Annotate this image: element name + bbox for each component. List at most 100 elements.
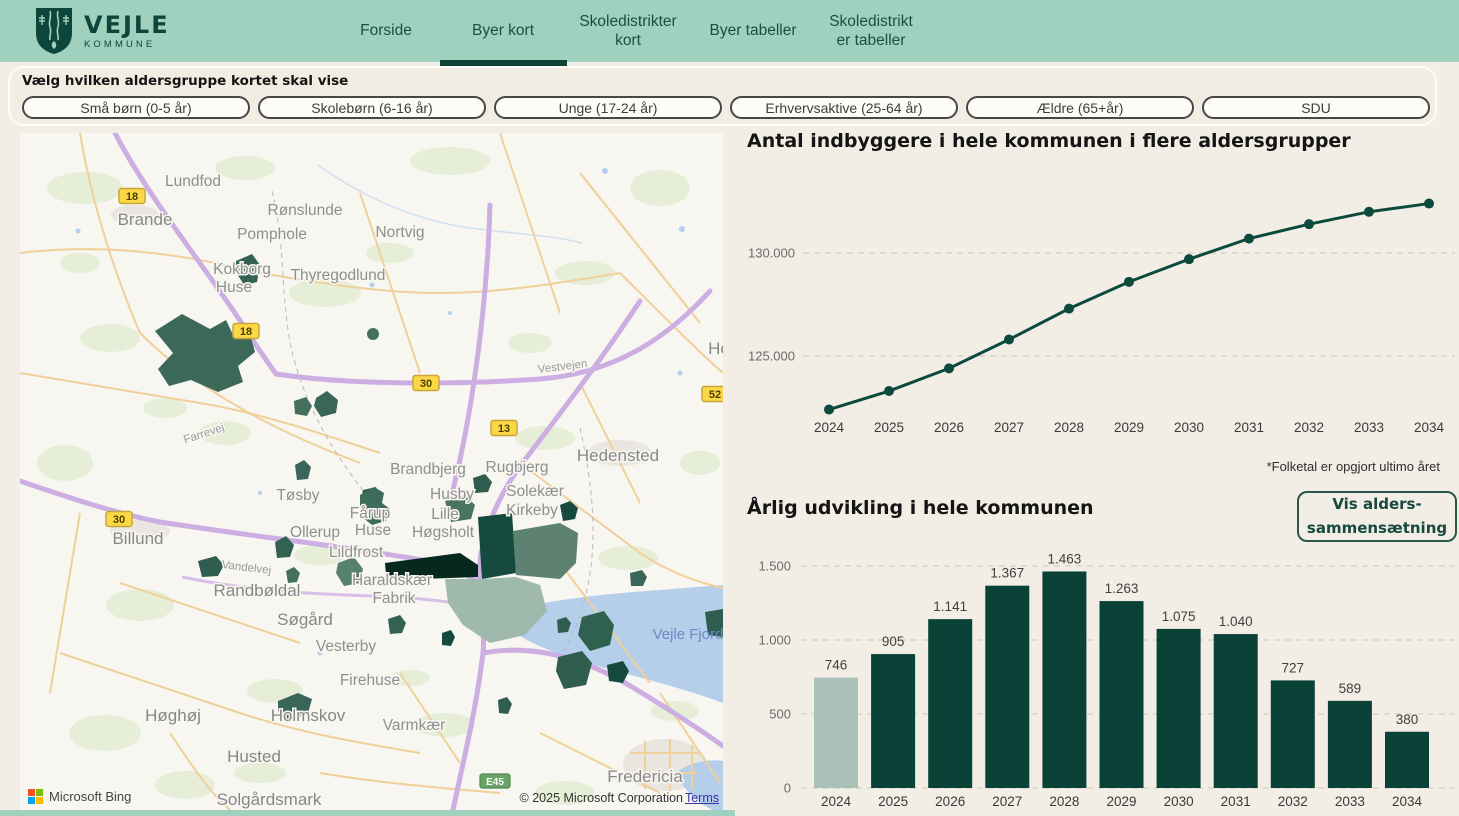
tab-forside[interactable]: Forside <box>330 0 442 62</box>
age-filter-button-sm-b-rn-0-5-r[interactable]: Små børn (0-5 år) <box>22 96 250 119</box>
data-point-2032[interactable] <box>1304 219 1314 229</box>
tab-skoledistrikter-kort[interactable]: Skoledistrikter kort <box>566 0 690 62</box>
y-tick-label: 130.000 <box>748 246 795 261</box>
terms-link[interactable]: Terms <box>685 791 719 805</box>
place-label: Hedensted <box>577 446 659 465</box>
data-point-2034[interactable] <box>1424 199 1434 209</box>
svg-text:E45: E45 <box>486 777 504 788</box>
x-axis-label: 2025 <box>874 420 904 435</box>
route-badge-18: 18 <box>233 324 259 339</box>
logo-subtitle: KOMMUNE <box>84 40 170 50</box>
bar-value-label: 746 <box>825 658 848 673</box>
data-point-2030[interactable] <box>1184 254 1194 264</box>
data-point-2027[interactable] <box>1004 335 1014 345</box>
place-label: Billund <box>112 529 163 548</box>
tab-skoledistrikt-er-tabeller[interactable]: Skoledistrikt er tabeller <box>811 0 931 62</box>
y-tick-label: 500 <box>769 707 791 722</box>
place-label: Høgsholt <box>412 524 475 541</box>
logo-title: VEJLE <box>84 13 170 37</box>
y-tick-label: 125.000 <box>748 349 795 364</box>
data-point-2029[interactable] <box>1124 277 1134 287</box>
x-axis-label: 2026 <box>935 794 965 809</box>
population-line <box>829 204 1429 410</box>
place-label: Huse <box>355 522 391 539</box>
bar-chart-title: Årlig udvikling i hele kommunen <box>747 497 1094 519</box>
bar-value-label: 1.367 <box>990 566 1024 581</box>
place-label: Pomphole <box>237 226 307 243</box>
age-group-filter-bar: Vælg hvilken aldersgruppe kortet skal vi… <box>8 66 1437 126</box>
tab-byer-kort[interactable]: Byer kort <box>447 0 559 62</box>
data-point-2026[interactable] <box>944 363 954 373</box>
route-badge-13: 13 <box>491 421 517 436</box>
data-point-2031[interactable] <box>1244 234 1254 244</box>
age-filter-button-sdu[interactable]: SDU <box>1202 96 1430 119</box>
map-land <box>20 133 723 810</box>
bar-2025[interactable] <box>871 654 915 788</box>
age-filter-button-ldre-65-r[interactable]: Ældre (65+år) <box>966 96 1194 119</box>
x-axis-label: 2024 <box>814 420 845 435</box>
bar-value-label: 905 <box>882 634 905 649</box>
bar-2030[interactable] <box>1157 629 1201 788</box>
place-label: Thyregodlund <box>291 267 386 284</box>
place-label: Lundfod <box>165 173 221 190</box>
place-label: Fabrik <box>372 590 415 607</box>
bar-value-label: 1.141 <box>933 599 967 614</box>
route-badge-30: 30 <box>413 376 439 391</box>
x-axis-label: 2032 <box>1294 420 1324 435</box>
route-badge-52: 52 <box>702 387 723 402</box>
x-axis-label: 2027 <box>992 794 1022 809</box>
svg-text:30: 30 <box>113 514 125 526</box>
place-label: Tøsby <box>276 487 319 504</box>
place-label: Randbøldal <box>214 581 301 600</box>
municipal-crest-icon <box>34 7 74 55</box>
chart-footnote: *Folketal er opgjort ultimo året <box>1267 459 1440 474</box>
route-badge-e45: E45 <box>480 774 510 788</box>
bar-value-label: 1.075 <box>1162 609 1196 624</box>
bar-value-label: 1.263 <box>1105 581 1139 596</box>
place-label: Haraldskær <box>352 572 432 589</box>
x-axis-label: 2024 <box>821 794 852 809</box>
route-badge-30: 30 <box>106 512 132 527</box>
bar-2033[interactable] <box>1328 701 1372 788</box>
place-label: Kokborg <box>213 261 271 278</box>
place-label: Brande <box>118 210 173 229</box>
x-axis-label: 2033 <box>1354 420 1384 435</box>
bar-value-label: 1.040 <box>1219 614 1253 629</box>
age-filter-button-unge-17-24-r[interactable]: Unge (17-24 år) <box>494 96 722 119</box>
microsoft-logo-icon <box>28 789 43 804</box>
bar-value-label: 589 <box>1339 681 1362 696</box>
map-canvas[interactable]: LundfodBrandeRønslundePompholeKokborgHus… <box>20 133 723 810</box>
place-label: Lille <box>431 506 459 523</box>
map-attribution: © 2025 Microsoft Corporation <box>520 791 683 805</box>
svg-text:18: 18 <box>240 326 252 338</box>
data-point-2028[interactable] <box>1064 304 1074 314</box>
place-label: Brandbjerg <box>390 461 466 478</box>
bottom-strip <box>0 810 735 816</box>
place-label: Husted <box>227 747 281 766</box>
map[interactable]: LundfodBrandeRønslundePompholeKokborgHus… <box>20 133 723 810</box>
growth-bar-chart: 1.5001.0005000746202490520251.14120261.3… <box>745 540 1459 816</box>
bing-logo: Microsoft Bing <box>28 789 131 804</box>
bar-2031[interactable] <box>1214 634 1258 788</box>
age-filter-button-skoleb-rn-6-16-r[interactable]: Skolebørn (6-16 år) <box>258 96 486 119</box>
bar-2032[interactable] <box>1271 680 1315 788</box>
bar-2027[interactable] <box>985 586 1029 788</box>
tab-byer-tabeller[interactable]: Byer tabeller <box>695 0 811 62</box>
data-point-2033[interactable] <box>1364 207 1374 217</box>
place-label: Holmskov <box>271 706 346 725</box>
bar-2029[interactable] <box>1100 601 1144 788</box>
age-filter-button-erhvervsaktive-25-64-r[interactable]: Erhvervsaktive (25-64 år) <box>730 96 958 119</box>
data-point-2025[interactable] <box>884 386 894 396</box>
bar-2026[interactable] <box>928 619 972 788</box>
bar-2024[interactable] <box>814 678 858 788</box>
x-axis-label: 2030 <box>1174 420 1204 435</box>
bar-2034[interactable] <box>1385 732 1429 788</box>
x-axis-label: 2032 <box>1278 794 1308 809</box>
svg-text:30: 30 <box>420 378 432 390</box>
bar-2028[interactable] <box>1042 571 1086 788</box>
data-point-2024[interactable] <box>824 405 834 415</box>
place-label: Høghøj <box>145 706 201 725</box>
show-age-composition-button[interactable]: Vis alders- sammensætning <box>1297 491 1457 542</box>
water-label: Vejle Fjord <box>653 626 723 643</box>
x-axis-label: 2030 <box>1164 794 1194 809</box>
